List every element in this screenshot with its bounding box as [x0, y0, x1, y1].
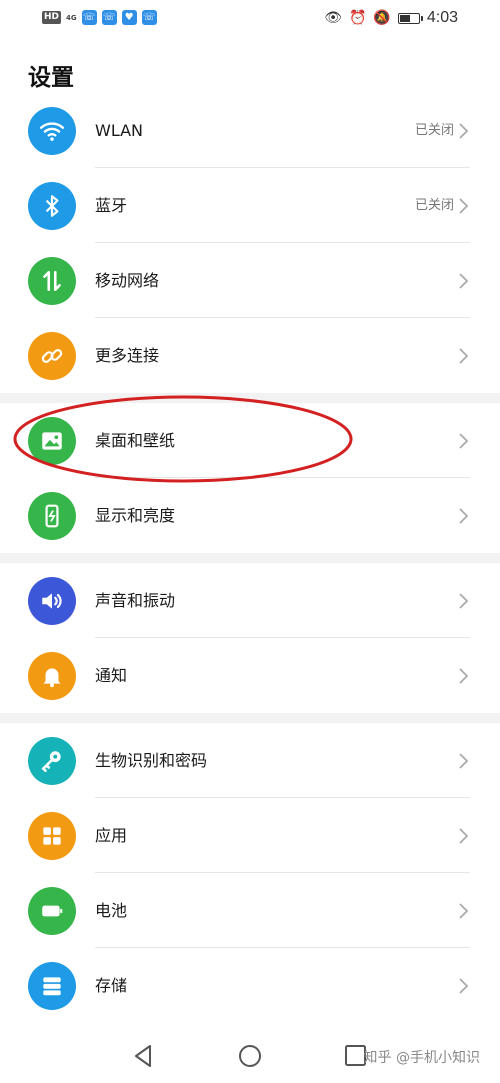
settings-item-more-connections[interactable]: 更多连接 — [0, 318, 500, 393]
item-label: 显示和亮度 — [95, 506, 176, 525]
chevron-right-icon — [459, 433, 469, 449]
status-bar: HD 4G ☏ ☏ ♥ ☏ 👁 ⏰ 🔕 4:03 — [0, 0, 500, 40]
storage-icon — [28, 962, 76, 1010]
page-title: 设置 — [28, 65, 74, 91]
bell-icon — [28, 652, 76, 700]
item-status: 已关闭 — [414, 198, 454, 213]
display-icon — [28, 492, 76, 540]
chevron-right-icon — [459, 903, 469, 919]
chevron-right-icon — [459, 978, 469, 994]
section-gap — [0, 713, 500, 723]
health-heart-icon: ♥ — [121, 10, 137, 25]
hd-indicator: HD — [42, 11, 62, 24]
mobile-network-icon — [28, 257, 76, 305]
bluetooth-icon — [28, 182, 76, 230]
chevron-right-icon — [459, 753, 469, 769]
apps-icon — [28, 812, 76, 860]
navigation-bar: 知乎 @手机小知识 — [0, 1028, 500, 1083]
clock: 4:03 — [426, 9, 458, 26]
item-label: 应用 — [95, 826, 128, 845]
chevron-right-icon — [459, 668, 469, 684]
back-button[interactable] — [130, 1042, 158, 1070]
item-label: 声音和振动 — [95, 591, 176, 610]
chevron-right-icon — [459, 593, 469, 609]
section-gap — [0, 553, 500, 563]
chevron-right-icon — [459, 123, 469, 139]
key-icon — [28, 737, 76, 785]
sound-icon — [28, 577, 76, 625]
item-label: 通知 — [95, 666, 128, 685]
settings-list: WLAN 已关闭 蓝牙 已关闭 移动网络 更多连接 桌面和壁纸 显示和亮度 声音… — [0, 93, 500, 1023]
settings-item-mobile-network[interactable]: 移动网络 — [0, 243, 500, 318]
red-circle-annotation — [13, 395, 353, 483]
item-label: 存储 — [95, 976, 128, 995]
wifi-icon — [28, 107, 76, 155]
watermark: 知乎 @手机小知识 — [363, 1050, 480, 1066]
settings-item-wlan[interactable]: WLAN 已关闭 — [0, 93, 500, 168]
settings-item-notifications[interactable]: 通知 — [0, 638, 500, 713]
item-label: 更多连接 — [95, 346, 160, 365]
eye-comfort-icon: 👁 — [324, 10, 342, 26]
settings-item-display-brightness[interactable]: 显示和亮度 — [0, 478, 500, 553]
item-label: 移动网络 — [95, 271, 160, 290]
link-icon — [28, 332, 76, 380]
mute-bell-icon: 🔕 — [373, 10, 391, 26]
settings-item-sound-vibration[interactable]: 声音和振动 — [0, 563, 500, 638]
chevron-right-icon — [459, 828, 469, 844]
chevron-right-icon — [459, 348, 469, 364]
notification-app-icon: ☏ — [101, 10, 117, 25]
settings-item-battery[interactable]: 电池 — [0, 873, 500, 948]
item-label: WLAN — [95, 121, 144, 140]
chevron-right-icon — [459, 198, 469, 214]
battery-icon — [28, 887, 76, 935]
notification-app-icon: ☏ — [81, 10, 97, 25]
alarm-icon: ⏰ — [348, 10, 367, 26]
network-type: 4G — [66, 13, 77, 22]
item-label: 电池 — [95, 901, 128, 920]
chevron-right-icon — [459, 508, 469, 524]
home-button[interactable] — [236, 1042, 264, 1070]
item-label: 蓝牙 — [95, 196, 128, 215]
chevron-right-icon — [459, 273, 469, 289]
battery-status-icon — [397, 12, 423, 24]
settings-item-apps[interactable]: 应用 — [0, 798, 500, 873]
settings-item-bluetooth[interactable]: 蓝牙 已关闭 — [0, 168, 500, 243]
notification-app-icon: ☏ — [141, 10, 157, 25]
settings-item-biometrics-password[interactable]: 生物识别和密码 — [0, 723, 500, 798]
settings-item-storage[interactable]: 存储 — [0, 948, 500, 1023]
item-label: 生物识别和密码 — [95, 751, 208, 770]
item-status: 已关闭 — [414, 123, 454, 138]
